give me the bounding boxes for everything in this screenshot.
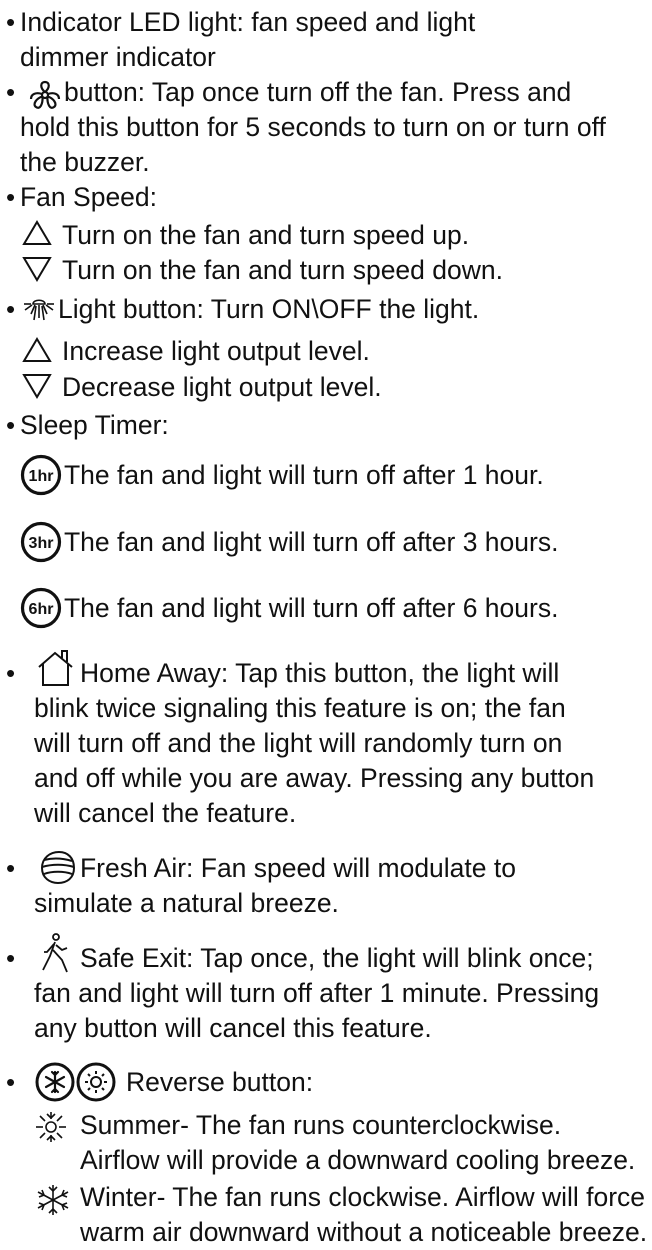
home-away-text-line: will turn off and the light will randoml…: [34, 728, 563, 758]
timer-6hr-label: 6hr: [29, 601, 54, 618]
bullet: •: [6, 294, 16, 324]
fresh-air-text-line: simulate a natural breeze.: [34, 888, 339, 918]
triangle-down-icon: [22, 256, 52, 282]
power-text-line: button: Tap once turn off the fan. Press…: [64, 77, 572, 107]
fresh-air-text-line: Fresh Air: Fan speed will modulate to: [80, 853, 516, 883]
triangle-up-icon: [22, 337, 52, 363]
home-away-text-line: and off while you are away. Pressing any…: [34, 763, 595, 793]
walking-person-icon: [40, 932, 70, 974]
home-away-text-line: blink twice signaling this feature is on…: [34, 693, 566, 723]
power-text-line: hold this button for 5 seconds to turn o…: [20, 112, 606, 142]
safe-exit-text-line: fan and light will turn off after 1 minu…: [34, 978, 600, 1008]
fan-power-icon: [28, 80, 62, 110]
light-up-text: Increase light output level.: [62, 336, 370, 366]
home-away-text-line: will cancel the feature.: [34, 798, 297, 828]
safe-exit-text-line: any button will cancel this feature.: [34, 1013, 432, 1043]
timer-6hr-icon: 6hr: [20, 587, 62, 629]
safe-exit-text-line: Safe Exit: Tap once, the light will blin…: [80, 943, 594, 973]
timer-3hr-label: 3hr: [29, 535, 54, 552]
indicator-text-line: dimmer indicator: [20, 42, 216, 72]
winter-snowflake-icon: [34, 1184, 72, 1216]
timer-3hr-icon: 3hr: [20, 521, 62, 563]
bullet: •: [6, 1067, 16, 1097]
sleep-timer-1hr-text: The fan and light will turn off after 1 …: [64, 460, 544, 490]
bullet: •: [6, 7, 16, 37]
sleep-timer-3hr-text: The fan and light will turn off after 3 …: [64, 527, 559, 557]
fan-speed-down-text: Turn on the fan and turn speed down.: [62, 255, 503, 285]
reverse-button-icon: [34, 1061, 120, 1103]
fresh-air-icon: [38, 848, 78, 886]
sleep-timer-title: Sleep Timer:: [20, 410, 169, 440]
winter-text-line: warm air downward without a noticeable b…: [80, 1217, 648, 1247]
fan-speed-up-text: Turn on the fan and turn speed up.: [62, 220, 470, 250]
summer-text-line: Summer- The fan runs counterclockwise.: [80, 1110, 562, 1140]
light-text: Light button: Turn ON\OFF the light.: [58, 294, 480, 324]
fan-speed-title: Fan Speed:: [20, 182, 158, 212]
bullet: •: [6, 853, 16, 883]
bullet: •: [6, 77, 16, 107]
home-icon: [36, 648, 76, 688]
bullet: •: [6, 658, 16, 688]
sleep-timer-6hr-text: The fan and light will turn off after 6 …: [64, 593, 559, 623]
timer-1hr-label: 1hr: [29, 468, 54, 485]
summer-sun-icon: [34, 1110, 68, 1144]
triangle-down-icon: [22, 373, 52, 399]
bullet: •: [6, 943, 16, 973]
bullet: •: [6, 182, 16, 212]
light-bulb-icon: [22, 296, 56, 324]
home-away-text-line: Home Away: Tap this button, the light wi…: [80, 658, 560, 688]
winter-text-line: Winter- The fan runs clockwise. Airflow …: [80, 1182, 646, 1212]
light-down-text: Decrease light output level.: [62, 372, 382, 402]
power-text-line: the buzzer.: [20, 147, 150, 177]
reverse-title: Reverse button:: [126, 1067, 314, 1097]
timer-1hr-icon: 1hr: [20, 454, 62, 496]
indicator-text-line: Indicator LED light: fan speed and light: [20, 7, 476, 37]
bullet: •: [6, 410, 16, 440]
triangle-up-icon: [22, 220, 52, 246]
summer-text-line: Airflow will provide a downward cooling …: [80, 1145, 636, 1175]
